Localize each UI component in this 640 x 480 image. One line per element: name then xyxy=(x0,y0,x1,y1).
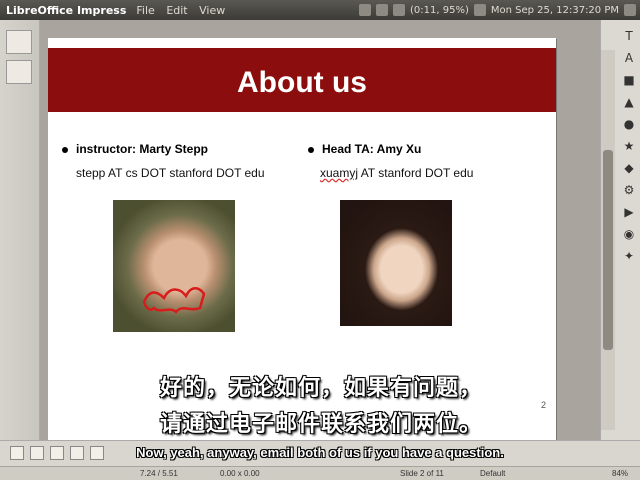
subtitle-english: Now, yeah, anyway, email both of us if y… xyxy=(136,445,504,460)
vertical-scrollbar[interactable] xyxy=(601,50,615,430)
ta-label: Head TA: Amy Xu xyxy=(322,142,422,156)
tool-icon-6[interactable]: ★ xyxy=(621,138,637,154)
cursor-position: 7.24 / 5.51 xyxy=(140,469,178,478)
red-scribble-annotation xyxy=(142,287,206,314)
volume-icon[interactable] xyxy=(473,4,486,16)
menu-edit[interactable]: Edit xyxy=(166,4,187,17)
tool-icon-11[interactable]: ✦ xyxy=(621,248,637,264)
app-name: LibreOffice Impress xyxy=(6,3,127,17)
tool-icon-2[interactable]: A xyxy=(621,50,637,66)
tool-icon-8[interactable]: ⚙ xyxy=(621,182,637,198)
instructor-label: instructor: Marty Stepp xyxy=(76,142,209,156)
select-tool-button[interactable] xyxy=(10,446,24,460)
line-tool-button[interactable] xyxy=(30,446,44,460)
instructor-email[interactable]: stepp AT cs DOT stanford DOT edu xyxy=(76,166,265,180)
tool-icon-9[interactable]: ▶ xyxy=(621,204,637,220)
power-icon[interactable] xyxy=(624,4,636,16)
ta-email-rest: AT stanford DOT edu xyxy=(358,166,474,180)
slide-info: Slide 2 of 11 xyxy=(400,469,444,478)
tool-icon-5[interactable]: ● xyxy=(621,116,637,132)
ta-bullet[interactable]: Head TA: Amy Xu xyxy=(308,142,421,156)
right-toolbar: T A ■ ▲ ● ★ ◆ ⚙ ▶ ◉ ✦ xyxy=(600,20,640,440)
object-size: 0.00 x 0.00 xyxy=(220,469,260,478)
ta-email-user: xuamyj xyxy=(320,166,359,180)
layout-name: Default xyxy=(480,469,506,478)
zoom-level[interactable]: 84% xyxy=(612,469,628,478)
battery-status: (0:11, 95%) xyxy=(410,4,469,16)
slide-thumbnail-1[interactable] xyxy=(6,30,32,54)
menu-file[interactable]: File xyxy=(136,4,154,17)
rect-tool-button[interactable] xyxy=(50,446,64,460)
scrollbar-thumb[interactable] xyxy=(603,150,613,350)
tool-icon-10[interactable]: ◉ xyxy=(621,226,637,242)
bullet-dot xyxy=(308,146,314,153)
slide-canvas[interactable]: About us instructor: Marty Stepp stepp A… xyxy=(40,20,600,440)
clock[interactable]: Mon Sep 25, 12:37:20 PM xyxy=(491,5,619,16)
ta-photo[interactable] xyxy=(340,200,452,326)
subtitle-chinese-line1: 好的，无论如何，如果有问题， xyxy=(160,376,483,401)
tool-icon-1[interactable]: T xyxy=(621,28,637,44)
subtitle-chinese-line2: 请通过电子邮件联系我们两位。 xyxy=(160,412,483,437)
menu-group: File Edit View xyxy=(136,4,233,17)
tool-icon-4[interactable]: ▲ xyxy=(621,94,637,110)
network-icon[interactable] xyxy=(359,4,372,16)
mail-icon[interactable] xyxy=(376,4,389,16)
slide-thumbnail-2[interactable] xyxy=(6,60,32,84)
bullet-dot xyxy=(62,146,68,153)
tool-icon-3[interactable]: ■ xyxy=(621,72,637,88)
slide-title[interactable]: About us xyxy=(48,66,556,100)
instructor-bullet[interactable]: instructor: Marty Stepp xyxy=(62,142,208,156)
menu-view[interactable]: View xyxy=(199,4,225,17)
top-menubar: LibreOffice Impress File Edit View (0:11… xyxy=(0,0,640,20)
status-bar: 7.24 / 5.51 0.00 x 0.00 Slide 2 of 11 De… xyxy=(0,466,640,480)
slides-panel xyxy=(0,20,40,440)
tool-icon-7[interactable]: ◆ xyxy=(621,160,637,176)
system-tray: (0:11, 95%) Mon Sep 25, 12:37:20 PM xyxy=(359,0,636,20)
battery-icon[interactable] xyxy=(393,4,406,16)
ta-email[interactable]: xuamyj AT stanford DOT edu xyxy=(320,166,473,180)
